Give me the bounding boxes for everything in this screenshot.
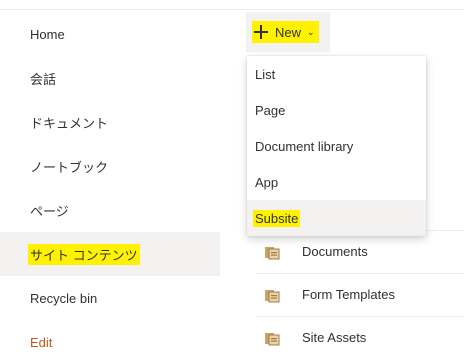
new-menu: List Page Document library App Subsite bbox=[247, 56, 426, 236]
list-item[interactable]: Documents bbox=[256, 230, 464, 272]
nav-item-home[interactable]: Home bbox=[0, 14, 220, 54]
list-item-label: Form Templates bbox=[302, 287, 395, 302]
menu-item-subsite[interactable]: Subsite bbox=[247, 200, 426, 236]
plus-icon bbox=[254, 25, 268, 39]
library-icon bbox=[265, 332, 280, 345]
menu-item-app[interactable]: App bbox=[247, 164, 426, 200]
library-icon bbox=[265, 246, 280, 259]
nav-item-documents[interactable]: ドキュメント bbox=[0, 102, 220, 142]
nav-item-label: ノートブック bbox=[30, 159, 109, 175]
nav-item-recycle-bin[interactable]: Recycle bin bbox=[0, 278, 220, 318]
menu-item-list[interactable]: List bbox=[247, 56, 426, 92]
nav-item-label: 会話 bbox=[30, 71, 57, 87]
list-item[interactable]: Form Templates bbox=[256, 273, 464, 315]
nav-item-site-contents[interactable]: サイト コンテンツ bbox=[0, 232, 220, 276]
library-icon bbox=[265, 289, 280, 302]
nav-edit-link[interactable]: Edit bbox=[0, 322, 220, 362]
nav-item-label: Edit bbox=[30, 334, 53, 350]
menu-item-label: Subsite bbox=[253, 209, 301, 227]
chevron-down-icon: ⌄ bbox=[307, 26, 315, 37]
menu-item-page[interactable]: Page bbox=[247, 92, 426, 128]
new-button-highlight: New ⌄ bbox=[252, 21, 319, 43]
list-item-label: Documents bbox=[302, 244, 368, 259]
list-item[interactable]: Site Assets bbox=[256, 316, 464, 358]
menu-item-document-library[interactable]: Document library bbox=[247, 128, 426, 164]
left-navigation: Home 会話 ドキュメント ノートブック ページ サイト コンテンツ Recy… bbox=[0, 10, 220, 364]
top-bar bbox=[0, 0, 464, 10]
nav-item-label: Home bbox=[30, 26, 65, 42]
new-button[interactable]: New ⌄ bbox=[246, 12, 330, 52]
nav-item-label: ページ bbox=[30, 203, 69, 219]
nav-item-pages[interactable]: ページ bbox=[0, 190, 220, 230]
new-button-label: New bbox=[275, 24, 302, 40]
menu-item-label: App bbox=[255, 174, 279, 190]
list-item-label: Site Assets bbox=[302, 330, 367, 345]
menu-item-label: Page bbox=[255, 102, 286, 118]
menu-item-label: List bbox=[255, 66, 276, 82]
nav-item-label: サイト コンテンツ bbox=[28, 243, 140, 265]
nav-item-label: Recycle bin bbox=[30, 290, 98, 306]
nav-item-label: ドキュメント bbox=[30, 115, 109, 131]
nav-item-notebook[interactable]: ノートブック bbox=[0, 146, 220, 186]
menu-item-label: Document library bbox=[255, 138, 354, 154]
nav-item-conversations[interactable]: 会話 bbox=[0, 58, 220, 98]
